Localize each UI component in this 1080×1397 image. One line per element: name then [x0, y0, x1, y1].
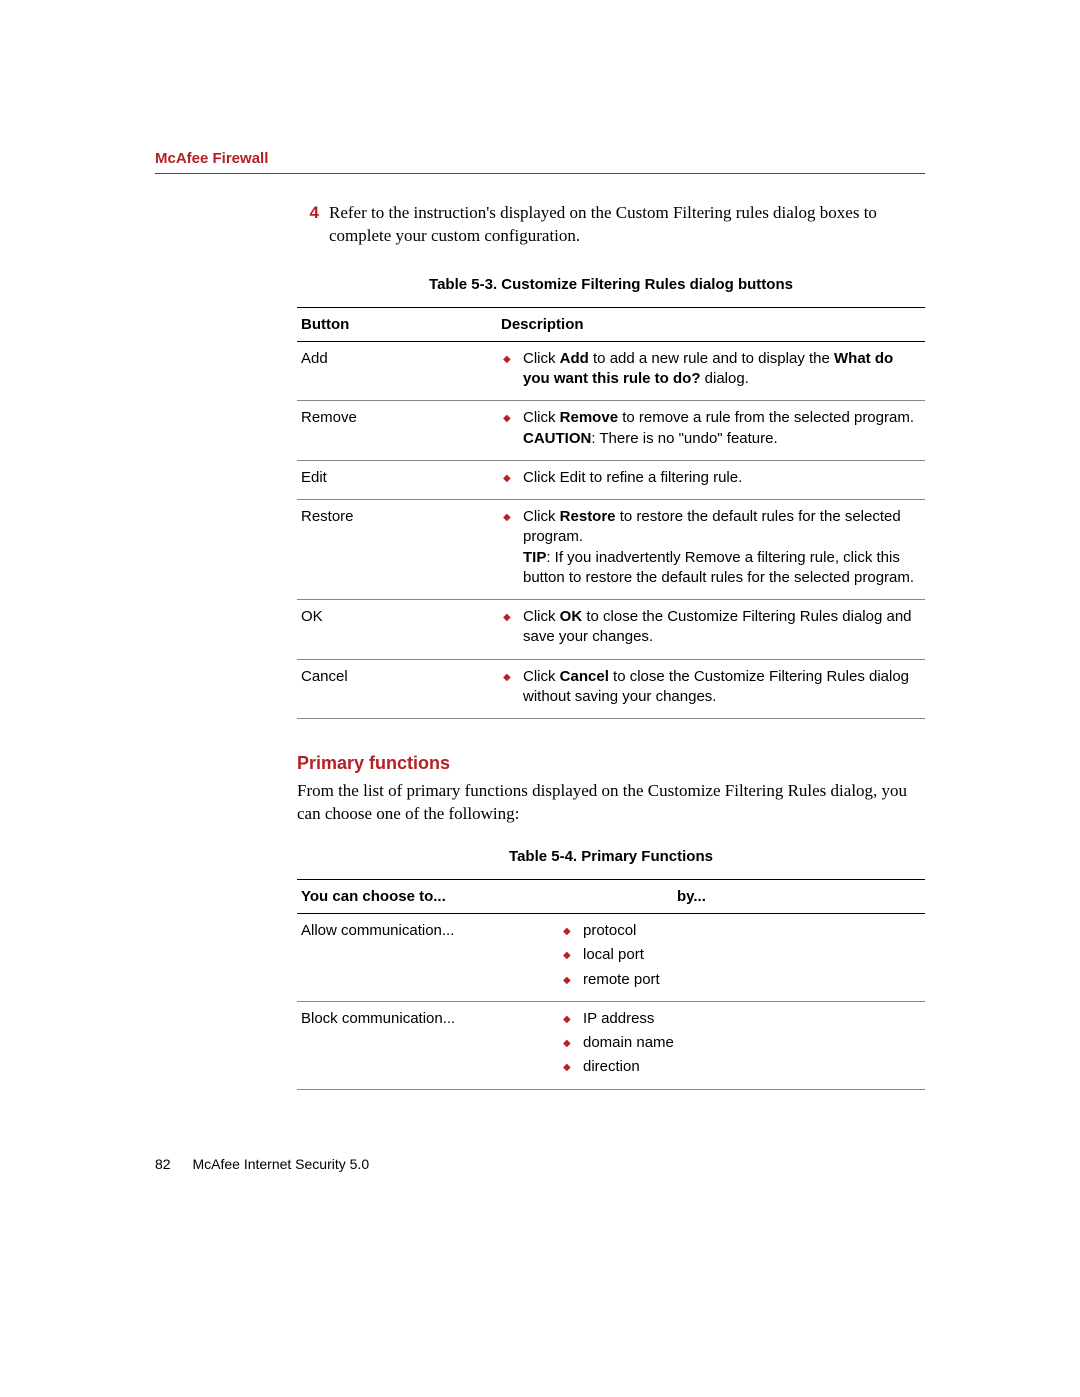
document-page: McAfee Firewall 4 Refer to the instructi…	[0, 0, 1080, 1397]
table-cell-description: Click Remove to remove a rule from the s…	[497, 401, 925, 461]
step-4: 4 Refer to the instruction's displayed o…	[297, 202, 925, 248]
page-footer: 82 McAfee Internet Security 5.0	[155, 1156, 369, 1172]
table-cell-button: Remove	[297, 401, 497, 461]
table-2-header-choose: You can choose to...	[297, 880, 557, 914]
table-1-caption: Table 5-3. Customize Filtering Rules dia…	[297, 276, 925, 293]
table-cell-button: Edit	[297, 460, 497, 499]
table-cell-button: OK	[297, 600, 497, 660]
table-cell-description: Click OK to close the Customize Filterin…	[497, 600, 925, 660]
table-row: OKClick OK to close the Customize Filter…	[297, 600, 925, 660]
page-number: 82	[155, 1156, 171, 1172]
table-cell-description: Click Edit to refine a filtering rule.	[497, 460, 925, 499]
table-cell-button: Cancel	[297, 659, 497, 719]
table-cell-by: protocollocal portremote port	[557, 914, 925, 1002]
table-row: Allow communication...protocollocal port…	[297, 914, 925, 1002]
table-cell-description: Click Add to add a new rule and to displ…	[497, 341, 925, 401]
step-number: 4	[297, 202, 319, 248]
section-heading-primary-functions: Primary functions	[297, 753, 925, 774]
step-text: Refer to the instruction's displayed on …	[329, 202, 925, 248]
table-cell-description: Click Cancel to close the Customize Filt…	[497, 659, 925, 719]
footer-title: McAfee Internet Security 5.0	[192, 1156, 369, 1172]
table-row: RestoreClick Restore to restore the defa…	[297, 500, 925, 600]
table-1: Button Description AddClick Add to add a…	[297, 307, 925, 719]
running-header: McAfee Firewall	[155, 150, 925, 174]
section-intro: From the list of primary functions displ…	[297, 780, 925, 826]
table-row: RemoveClick Remove to remove a rule from…	[297, 401, 925, 461]
table-cell-description: Click Restore to restore the default rul…	[497, 500, 925, 600]
table-2: You can choose to... by... Allow communi…	[297, 879, 925, 1090]
table-2-header-by: by...	[557, 880, 925, 914]
table-2-caption: Table 5-4. Primary Functions	[297, 848, 925, 865]
table-1-header-button: Button	[297, 307, 497, 341]
table-cell-choose: Allow communication...	[297, 914, 557, 1002]
table-cell-choose: Block communication...	[297, 1001, 557, 1089]
table-row: Block communication...IP addressdomain n…	[297, 1001, 925, 1089]
table-cell-button: Restore	[297, 500, 497, 600]
table-cell-button: Add	[297, 341, 497, 401]
table-row: EditClick Edit to refine a filtering rul…	[297, 460, 925, 499]
table-row: CancelClick Cancel to close the Customiz…	[297, 659, 925, 719]
table-1-header-description: Description	[497, 307, 925, 341]
table-cell-by: IP addressdomain namedirection	[557, 1001, 925, 1089]
table-row: AddClick Add to add a new rule and to di…	[297, 341, 925, 401]
